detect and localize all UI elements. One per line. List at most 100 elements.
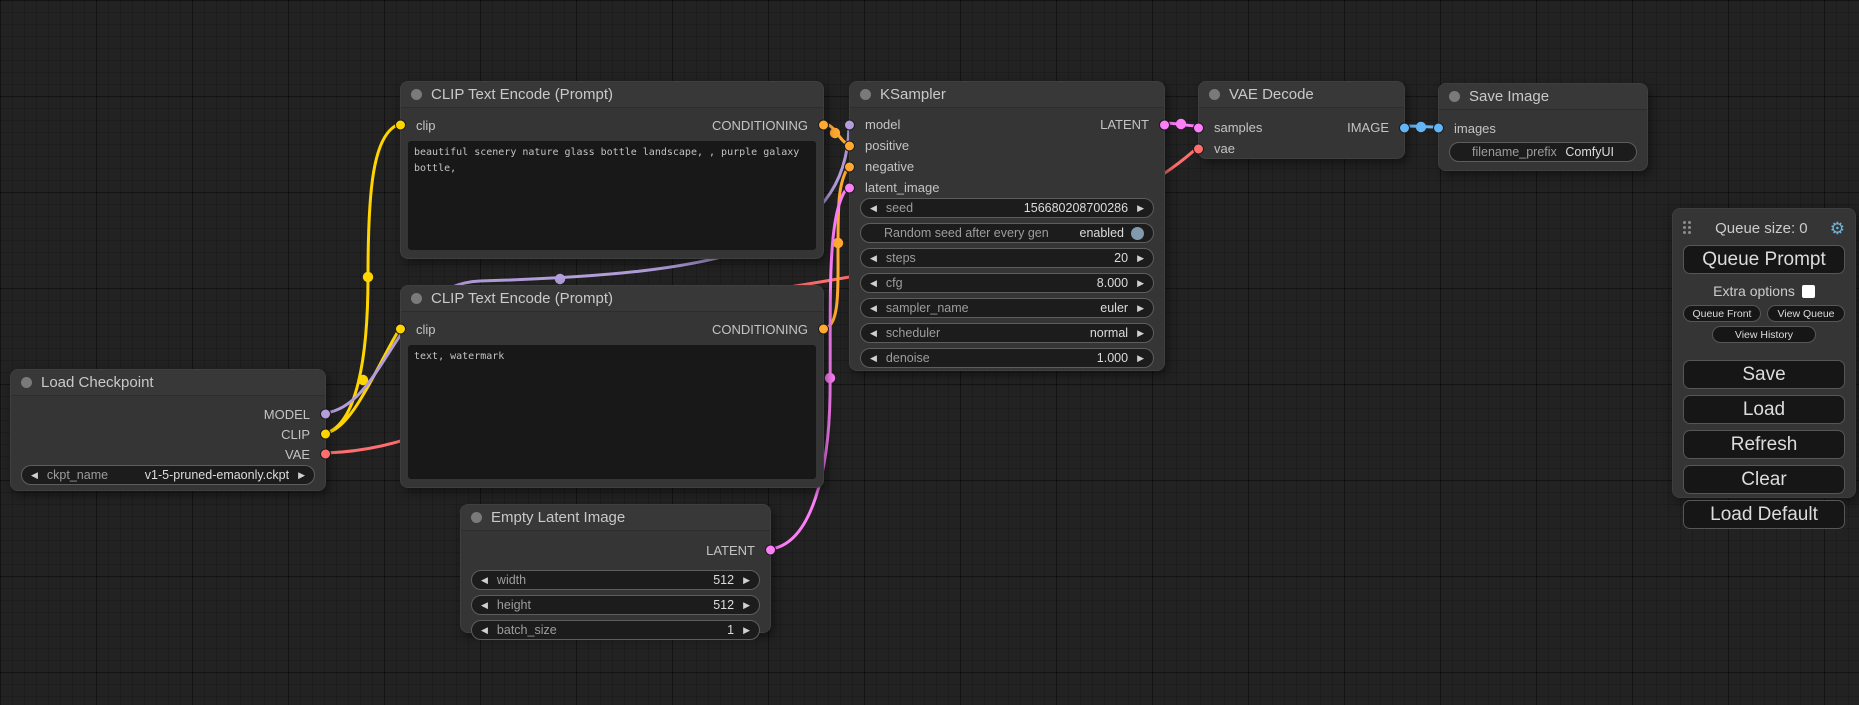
decrement-arrow-icon[interactable]: ◀ [870,279,877,288]
CLIP-output-port[interactable] [320,429,331,440]
prompt-textarea[interactable]: text, watermark [408,345,816,479]
negative-input-port[interactable] [844,161,855,172]
node-clip-text-encode-negative[interactable]: CLIP Text Encode (Prompt)clipCONDITIONIN… [400,285,824,488]
increment-arrow-icon[interactable]: ▶ [743,576,750,585]
node-body: modelLATENTpositivenegativelatent_image◀… [850,108,1164,373]
IMAGE-output-label: IMAGE [1347,120,1389,135]
scheduler-widget-label: scheduler [886,326,940,340]
link-midpoint-dot[interactable] [1416,122,1426,132]
MODEL-output-port[interactable] [320,409,331,420]
vae-input-port[interactable] [1193,143,1204,154]
vae-input-label: vae [1214,141,1235,156]
decrement-arrow-icon[interactable]: ◀ [870,204,877,213]
collapse-dot-icon[interactable] [411,89,422,100]
decrement-arrow-icon[interactable]: ◀ [31,471,38,480]
node-empty-latent-image[interactable]: Empty Latent ImageLATENT◀width512▶◀heigh… [460,504,771,633]
clip-input-label: clip [416,118,436,133]
collapse-dot-icon[interactable] [1449,91,1460,102]
link-midpoint-dot[interactable] [1176,119,1186,129]
scheduler-widget[interactable]: ◀ scheduler normal ▶ [860,323,1154,343]
toggle-circle-icon[interactable] [1131,227,1144,240]
seed-widget[interactable]: ◀seed156680208700286▶ [860,198,1154,218]
extra-options-checkbox[interactable] [1802,285,1815,298]
height-widget[interactable]: ◀height512▶ [471,595,760,615]
denoise-widget-value: 1.000 [1097,351,1128,365]
node-save-image[interactable]: Save Image images filename_prefixComfyUI [1438,83,1648,171]
increment-arrow-icon[interactable]: ▶ [1137,329,1144,338]
scheduler-widget-value: normal [1090,326,1128,340]
steps-widget[interactable]: ◀steps20▶ [860,248,1154,268]
samples-input-port[interactable] [1193,122,1204,133]
decrement-arrow-icon[interactable]: ◀ [870,329,877,338]
clip-input-port[interactable] [395,324,406,335]
clip-input-port[interactable] [395,120,406,131]
node-clip-text-encode-positive[interactable]: CLIP Text Encode (Prompt)clipCONDITIONIN… [400,81,824,259]
queue-front-button[interactable]: Queue Front [1683,305,1761,322]
view-history-button[interactable]: View History [1712,326,1816,343]
width-widget[interactable]: ◀width512▶ [471,570,760,590]
CONDITIONING-output-port[interactable] [818,120,829,131]
load-button[interactable]: Load [1683,395,1845,424]
node-title: Save Image [1469,88,1549,105]
link-midpoint-dot[interactable] [830,128,840,138]
decrement-arrow-icon[interactable]: ◀ [870,254,877,263]
VAE-output-port[interactable] [320,449,331,460]
sampler_name-widget[interactable]: ◀sampler_nameeuler▶ [860,298,1154,318]
increment-arrow-icon[interactable]: ▶ [1137,204,1144,213]
batch_size-widget[interactable]: ◀batch_size1▶ [471,620,760,640]
denoise-widget[interactable]: ◀denoise1.000▶ [860,348,1154,368]
refresh-button[interactable]: Refresh [1683,430,1845,459]
increment-arrow-icon[interactable]: ▶ [743,626,750,635]
CONDITIONING-output-port[interactable] [818,324,829,335]
queue-prompt-button[interactable]: Queue Prompt [1683,245,1845,274]
link-midpoint-dot[interactable] [825,373,835,383]
link-clip[interactable] [326,124,400,433]
node-load-checkpoint[interactable]: Load CheckpointMODELCLIPVAE◀ckpt_namev1-… [10,369,326,491]
positive-input-port[interactable] [844,140,855,151]
increment-arrow-icon[interactable]: ▶ [1137,304,1144,313]
increment-arrow-icon[interactable]: ▶ [298,471,305,480]
settings-gear-icon[interactable]: ⚙ [1830,220,1845,237]
images-input-port[interactable] [1433,123,1444,134]
link-midpoint-dot[interactable] [555,274,565,284]
save-button[interactable]: Save [1683,360,1845,389]
latent_image-input-port[interactable] [844,182,855,193]
collapse-dot-icon[interactable] [21,377,32,388]
increment-arrow-icon[interactable]: ▶ [743,601,750,610]
cfg-widget[interactable]: ◀cfg8.000▶ [860,273,1154,293]
increment-arrow-icon[interactable]: ▶ [1137,254,1144,263]
collapse-dot-icon[interactable] [471,512,482,523]
node-ksampler[interactable]: KSampler modelLATENTpositivenegativelaten… [849,81,1165,371]
decrement-arrow-icon[interactable]: ◀ [870,304,877,313]
prompt-textarea[interactable]: beautiful scenery nature glass bottle la… [408,141,816,250]
load-default-button[interactable]: Load Default [1683,500,1845,529]
seed-widget-label: seed [886,201,913,215]
collapse-dot-icon[interactable] [860,89,871,100]
LATENT-output-port[interactable] [765,545,776,556]
model-input-label: model [865,117,900,132]
node-title: Load Checkpoint [41,374,154,391]
increment-arrow-icon[interactable]: ▶ [1137,354,1144,363]
increment-arrow-icon[interactable]: ▶ [1137,279,1144,288]
decrement-arrow-icon[interactable]: ◀ [481,576,488,585]
decrement-arrow-icon[interactable]: ◀ [481,626,488,635]
LATENT-output-port[interactable] [1159,119,1170,130]
node-vae-decode[interactable]: VAE DecodesamplesIMAGEvae [1198,81,1405,159]
IMAGE-output-port[interactable] [1399,122,1410,133]
decrement-arrow-icon[interactable]: ◀ [870,354,877,363]
collapse-dot-icon[interactable] [1209,89,1220,100]
drag-handle-icon[interactable] [1683,221,1693,236]
model-input-port[interactable] [844,119,855,130]
clear-button[interactable]: Clear [1683,465,1845,494]
view-queue-button[interactable]: View Queue [1767,305,1845,322]
ckpt_name-widget[interactable]: ◀ckpt_namev1-5-pruned-emaonly.ckpt▶ [21,465,315,485]
node-titlebar: CLIP Text Encode (Prompt) [401,286,823,312]
filename_prefix-widget[interactable]: filename_prefixComfyUI [1449,142,1637,162]
link-midpoint-dot[interactable] [363,272,373,282]
Random seed after every gen-widget[interactable]: Random seed after every genenabled [860,223,1154,243]
node-title: KSampler [880,86,946,103]
images-input-label: images [1454,121,1496,136]
collapse-dot-icon[interactable] [411,293,422,304]
decrement-arrow-icon[interactable]: ◀ [481,601,488,610]
node-graph-canvas[interactable]: Load CheckpointMODELCLIPVAE◀ckpt_namev1-… [0,0,1859,705]
